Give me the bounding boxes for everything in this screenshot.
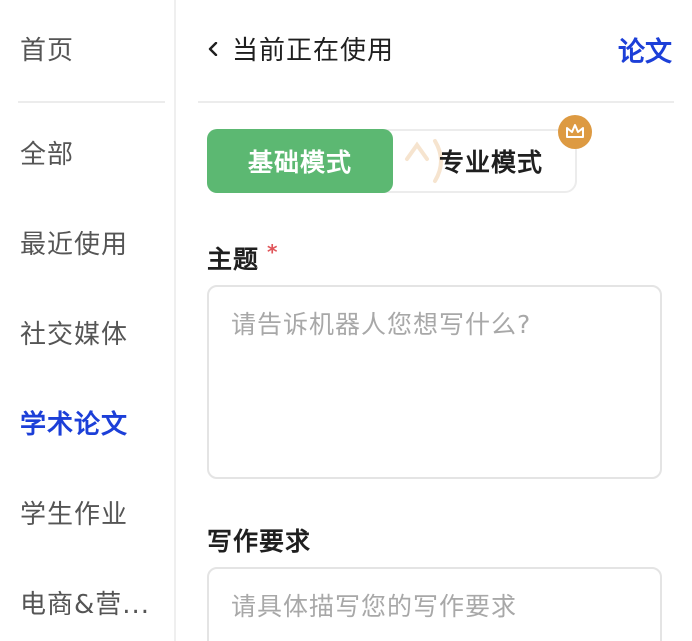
sidebar-item-homework[interactable]: 学生作业	[20, 494, 128, 531]
topic-label: 主题 *	[207, 240, 278, 276]
sidebar-item-ecommerce[interactable]: 电商&营...	[20, 584, 150, 621]
chevron-left-icon	[208, 41, 218, 56]
sidebar-item-academic-paper[interactable]: 学术论文	[20, 404, 128, 441]
basic-mode-tab[interactable]: 基础模式	[207, 129, 393, 193]
back-button[interactable]: 当前正在使用	[206, 30, 394, 67]
sidebar-item-all[interactable]: 全部	[20, 134, 74, 171]
required-mark: *	[267, 240, 279, 264]
sidebar-item-recent[interactable]: 最近使用	[20, 224, 128, 261]
back-label: 当前正在使用	[232, 36, 395, 66]
sidebar-item-social-media[interactable]: 社交媒体	[20, 314, 128, 351]
sidebar-item-home[interactable]: 首页	[20, 30, 74, 67]
page-header: 当前正在使用 论文	[176, 0, 692, 104]
page-title: 论文	[618, 37, 672, 68]
topic-input[interactable]	[207, 285, 662, 479]
pro-badge	[558, 115, 592, 149]
crown-icon	[566, 124, 584, 138]
pro-mode-tab[interactable]: 专业模式	[405, 131, 577, 191]
category-sidebar: 首页 全部 最近使用 社交媒体 学术论文 学生作业 电商&营...	[0, 0, 176, 641]
topic-label-text: 主题	[207, 245, 260, 274]
mode-switch: 基础模式 专业模式	[207, 129, 577, 193]
requirements-input[interactable]	[207, 567, 662, 641]
sidebar-divider	[18, 101, 165, 103]
header-divider	[198, 101, 674, 103]
requirements-label: 写作要求	[207, 527, 312, 556]
main-panel: 当前正在使用 论文 基础模式 专业模式 主题 * 写作要求	[176, 0, 692, 641]
